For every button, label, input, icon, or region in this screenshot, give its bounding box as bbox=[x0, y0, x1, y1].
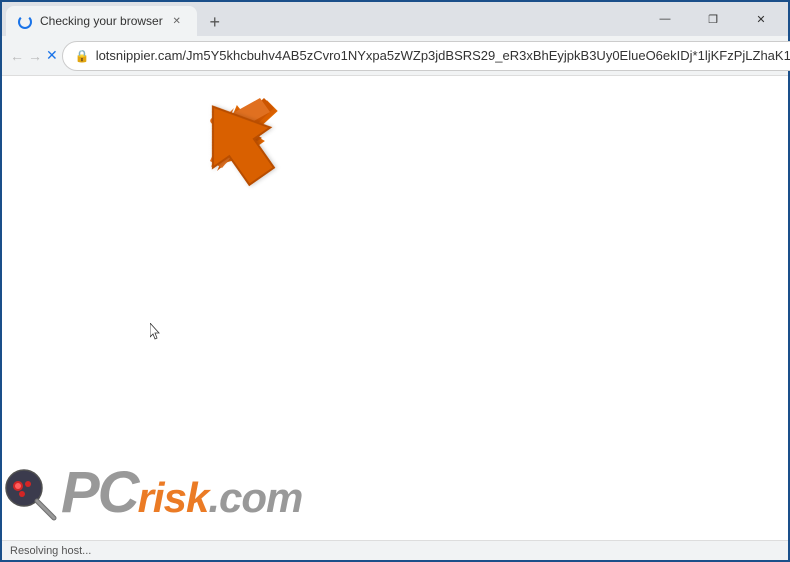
pointing-arrow bbox=[197, 94, 282, 194]
tab-title: Checking your browser bbox=[40, 14, 163, 28]
mouse-cursor bbox=[150, 323, 160, 339]
loading-spinner bbox=[18, 15, 32, 29]
status-bar: Resolving host... bbox=[2, 540, 788, 560]
dotcom-label: .com bbox=[208, 477, 302, 519]
url-text: lotsnippier.cam/Jm5Y5khcbuhv4AB5zCvro1NY… bbox=[96, 48, 790, 63]
page-content: PC risk .com bbox=[2, 76, 788, 540]
tab-close-button[interactable]: ✕ bbox=[169, 13, 185, 29]
reload-stop-button[interactable]: ✕ bbox=[46, 41, 58, 71]
window-controls: — ❐ ✕ bbox=[642, 2, 784, 36]
active-tab[interactable]: Checking your browser ✕ bbox=[6, 6, 197, 36]
back-button[interactable]: ← bbox=[10, 41, 24, 71]
pcrisk-watermark: PC risk .com bbox=[2, 464, 302, 522]
pcrisk-text: PC risk .com bbox=[61, 464, 302, 522]
browser-window: Checking your browser ✕ + — ❐ ✕ ← → ✕ 🔒 … bbox=[2, 2, 788, 560]
new-tab-button[interactable]: + bbox=[201, 8, 229, 36]
address-bar[interactable]: 🔒 lotsnippier.cam/Jm5Y5khcbuhv4AB5zCvro1… bbox=[62, 41, 790, 71]
status-text: Resolving host... bbox=[10, 545, 91, 557]
title-bar: Checking your browser ✕ + — ❐ ✕ bbox=[2, 2, 788, 36]
tabs-area: Checking your browser ✕ + bbox=[6, 2, 634, 36]
navigation-bar: ← → ✕ 🔒 lotsnippier.cam/Jm5Y5khcbuhv4AB5… bbox=[2, 36, 788, 76]
forward-button[interactable]: → bbox=[28, 41, 42, 71]
tab-favicon bbox=[18, 13, 34, 29]
minimize-button[interactable]: — bbox=[642, 2, 688, 36]
lock-icon: 🔒 bbox=[75, 49, 90, 63]
risk-label: risk bbox=[138, 477, 209, 519]
close-button[interactable]: ✕ bbox=[738, 2, 784, 36]
pc-label: PC bbox=[61, 464, 138, 522]
maximize-button[interactable]: ❐ bbox=[690, 2, 736, 36]
pcrisk-logo-icon bbox=[2, 466, 57, 521]
